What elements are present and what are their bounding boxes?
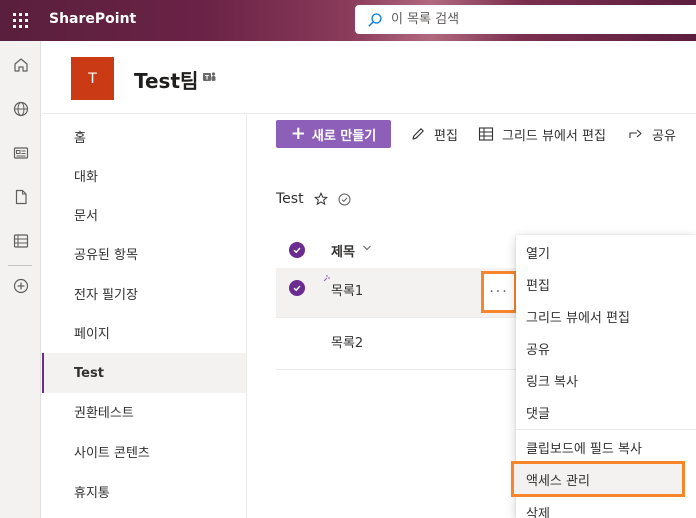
appbar-lists[interactable] (0, 225, 41, 257)
plus-icon: + (290, 123, 306, 144)
site-title[interactable]: Test팀 (134, 65, 198, 94)
row-checkbox[interactable] (289, 280, 305, 296)
chevron-down-icon[interactable] (362, 243, 372, 253)
nav-item-shared[interactable]: 공유된 항목 (42, 233, 246, 273)
list-icon (13, 234, 28, 248)
left-navigation: 홈 대화 문서 공유된 항목 전자 필기장 페이지 Test 권환테스트 사이트… (42, 114, 247, 518)
nav-item-pages[interactable]: 페이지 (42, 312, 246, 352)
site-header: T Test팀 T (42, 41, 696, 114)
grid-edit-label: 그리드 뷰에서 편집 (502, 128, 606, 144)
grid-edit-button[interactable]: 그리드 뷰에서 편집 (478, 120, 606, 148)
menu-item-delete[interactable]: 삭제 (516, 496, 686, 518)
appbar-news[interactable] (0, 137, 41, 169)
column-header-title[interactable]: 제목 (331, 241, 355, 260)
pencil-icon (412, 128, 424, 140)
nav-item-site-contents[interactable]: 사이트 콘텐츠 (42, 431, 246, 471)
menu-item-manage-access[interactable]: 액세스 관리 (511, 461, 685, 497)
check-circle-icon[interactable] (338, 193, 351, 206)
globe-icon (13, 101, 28, 117)
context-menu: 열기 편집 그리드 뷰에서 편집 공유 링크 복사 댓글 클립보드에 필드 복사… (511, 235, 696, 518)
share-button[interactable]: 공유 (628, 120, 676, 148)
appbar-files[interactable] (0, 181, 41, 213)
nav-item-recycle-bin[interactable]: 휴지통 (42, 471, 246, 511)
app-launcher-button[interactable] (0, 0, 41, 41)
star-icon[interactable] (314, 192, 328, 206)
news-icon (13, 147, 28, 159)
search-input[interactable] (391, 12, 641, 27)
checkmark-icon (293, 285, 301, 292)
suite-bar: SharePoint (0, 0, 696, 41)
menu-item-share[interactable]: 공유 (516, 332, 686, 364)
row-title[interactable]: 목록1 (331, 280, 363, 299)
share-label: 공유 (652, 128, 676, 144)
teams-icon[interactable]: T (202, 70, 216, 84)
appbar-home[interactable] (0, 49, 41, 81)
nav-item-documents[interactable]: 문서 (42, 194, 246, 234)
waffle-icon (13, 13, 28, 28)
checkmark-icon (293, 247, 301, 254)
nav-item-permission-test[interactable]: 권환테스트 (42, 391, 246, 431)
menu-item-copy-fields[interactable]: 클립보드에 필드 복사 (516, 431, 686, 463)
home-icon (13, 58, 28, 72)
new-button[interactable]: + 새로 만들기 (276, 120, 391, 148)
appbar-sites[interactable] (0, 93, 41, 125)
more-actions-button[interactable]: ··· (481, 271, 517, 313)
list-title: Test (276, 191, 304, 207)
appbar-create[interactable] (0, 270, 41, 302)
select-all-checkbox[interactable] (289, 242, 305, 258)
share-icon (629, 129, 642, 138)
edit-label: 편집 (434, 128, 458, 144)
menu-item-grid-edit[interactable]: 그리드 뷰에서 편집 (516, 300, 686, 332)
more-icon: ··· (489, 284, 509, 300)
search-icon (368, 12, 382, 27)
nav-item-test[interactable]: Test (42, 353, 246, 393)
menu-item-copy-link[interactable]: 링크 복사 (516, 364, 686, 396)
row-title[interactable]: 목록2 (331, 332, 363, 351)
nav-item-conversations[interactable]: 대화 (42, 155, 246, 195)
nav-item-notebook[interactable]: 전자 필기장 (42, 273, 246, 313)
site-logo[interactable]: T (71, 57, 114, 100)
document-icon (15, 189, 27, 205)
brand-name[interactable]: SharePoint (49, 11, 136, 27)
menu-item-comment[interactable]: 댓글 (516, 396, 686, 428)
edit-button[interactable]: 편집 (410, 120, 458, 148)
search-box[interactable] (355, 5, 696, 34)
menu-separator (516, 429, 696, 430)
menu-item-open[interactable]: 열기 (516, 236, 686, 268)
grid-icon (478, 127, 494, 141)
new-button-label: 새로 만들기 (311, 128, 377, 144)
nav-item-home[interactable]: 홈 (42, 116, 246, 156)
appbar-divider (8, 265, 32, 266)
add-icon (13, 278, 28, 294)
app-bar (0, 41, 41, 518)
command-bar: + 새로 만들기 편집 그리드 뷰에서 편집 공유 (247, 114, 696, 156)
menu-item-edit[interactable]: 편집 (516, 268, 686, 300)
new-item-icon (323, 275, 330, 282)
